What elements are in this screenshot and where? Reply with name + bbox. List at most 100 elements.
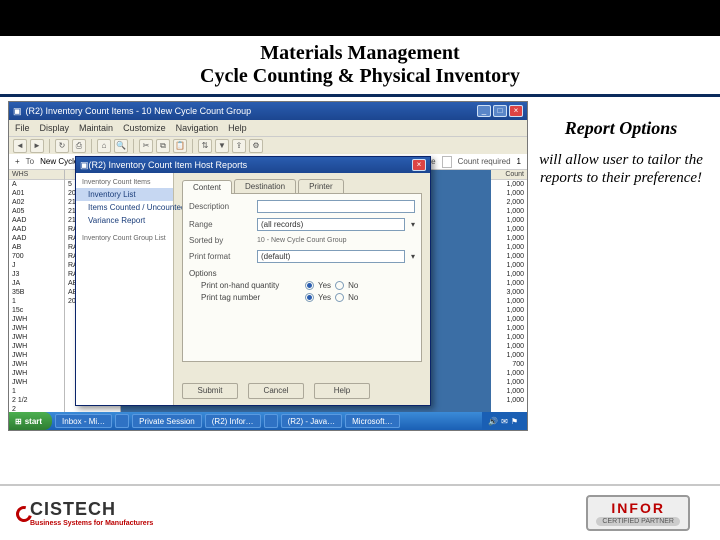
list-row-count[interactable]: 1,000 (491, 243, 527, 252)
list-row-count[interactable]: 1,000 (491, 396, 527, 405)
opt-onhand-no-radio[interactable] (335, 281, 344, 290)
tray-icon[interactable]: 🔊 (488, 417, 498, 426)
list-row-whs[interactable]: 2 (9, 405, 64, 412)
list-row-whs[interactable]: 1 (9, 297, 64, 306)
tool-sort-icon[interactable]: ⇅ (198, 139, 212, 153)
list-row-count[interactable]: 1,000 (491, 189, 527, 198)
opt-tag-yes-radio[interactable] (305, 293, 314, 302)
start-button[interactable]: ⊞ start (9, 412, 52, 430)
tool-nav-fwd-icon[interactable]: ► (30, 139, 44, 153)
subhdr-seq-field[interactable] (442, 156, 452, 168)
tray-icon[interactable]: ⚑ (511, 417, 518, 426)
modal-close-button[interactable]: × (412, 159, 426, 171)
modal-side-item-counted[interactable]: Items Counted / Uncounted (76, 201, 173, 214)
list-row-count[interactable]: 1,000 (491, 234, 527, 243)
cancel-button[interactable]: Cancel (248, 383, 304, 399)
list-row-count[interactable]: 1,000 (491, 252, 527, 261)
list-row-count[interactable]: 3,000 (491, 288, 527, 297)
tool-copy-icon[interactable]: ⧉ (156, 139, 170, 153)
menu-maintain[interactable]: Maintain (79, 123, 113, 133)
printfmt-select[interactable]: (default) (257, 250, 405, 263)
menu-file[interactable]: File (15, 123, 30, 133)
list-row-whs[interactable]: AAD (9, 216, 64, 225)
list-row-whs[interactable]: AAD (9, 234, 64, 243)
minimize-button[interactable]: _ (477, 105, 491, 117)
list-row-whs[interactable]: AB (9, 243, 64, 252)
modal-side-item-inventory-list[interactable]: Inventory List (76, 188, 173, 201)
list-row-whs[interactable]: A02 (9, 198, 64, 207)
close-button[interactable]: × (509, 105, 523, 117)
list-row-count[interactable]: 1,000 (491, 333, 527, 342)
tool-nav-back-icon[interactable]: ◄ (13, 139, 27, 153)
submit-button[interactable]: Submit (182, 383, 238, 399)
list-row-whs[interactable]: J (9, 261, 64, 270)
list-row-count[interactable]: 1,000 (491, 306, 527, 315)
modal-titlebar[interactable]: ▣ (R2) Inventory Count Item Host Reports… (76, 157, 430, 173)
list-row-count[interactable]: 1,000 (491, 369, 527, 378)
list-row-whs[interactable]: JWH (9, 342, 64, 351)
list-row-count[interactable]: 700 (491, 360, 527, 369)
list-row-whs[interactable]: JWH (9, 315, 64, 324)
list-row-count[interactable]: 1,000 (491, 180, 527, 189)
list-row-whs[interactable]: JWH (9, 378, 64, 387)
tool-cut-icon[interactable]: ✂ (139, 139, 153, 153)
tool-print-icon[interactable]: ⎙ (72, 139, 86, 153)
desc-input[interactable] (257, 200, 415, 213)
list-row-count[interactable]: 1,000 (491, 279, 527, 288)
list-row-whs[interactable]: A05 (9, 207, 64, 216)
list-row-count[interactable]: 1,000 (491, 261, 527, 270)
list-row-count[interactable]: 1,000 (491, 387, 527, 396)
tool-refresh-icon[interactable]: ↻ (55, 139, 69, 153)
list-row-count[interactable]: 1,000 (491, 342, 527, 351)
range-picker-icon[interactable]: ▾ (411, 220, 415, 229)
maximize-button[interactable]: □ (493, 105, 507, 117)
list-row-count[interactable]: 1,000 (491, 351, 527, 360)
list-row-whs[interactable]: 700 (9, 252, 64, 261)
list-row-count[interactable]: 2,000 (491, 198, 527, 207)
tool-paste-icon[interactable]: 📋 (173, 139, 187, 153)
tab-content[interactable]: Content (182, 180, 232, 194)
list-row-whs[interactable]: JA (9, 279, 64, 288)
task-item[interactable]: Microsoft… (345, 414, 399, 428)
list-row-count[interactable]: 1,000 (491, 315, 527, 324)
menu-customize[interactable]: Customize (123, 123, 166, 133)
tool-home-icon[interactable]: ⌂ (97, 139, 111, 153)
list-row-count[interactable]: 1,000 (491, 324, 527, 333)
tool-settings-icon[interactable]: ⚙ (249, 139, 263, 153)
list-row-whs[interactable]: 15c (9, 306, 64, 315)
list-row-whs[interactable]: JWH (9, 360, 64, 369)
opt-onhand-yes-radio[interactable] (305, 281, 314, 290)
system-tray[interactable]: 🔊 ✉ ⚑ (482, 412, 527, 430)
printfmt-picker-icon[interactable]: ▾ (411, 252, 415, 261)
tool-export-icon[interactable]: ⇪ (232, 139, 246, 153)
menu-navigation[interactable]: Navigation (176, 123, 219, 133)
list-row-whs[interactable]: A01 (9, 189, 64, 198)
list-row-count[interactable]: 1,000 (491, 270, 527, 279)
modal-side-item-variance[interactable]: Variance Report (76, 214, 173, 227)
app-titlebar[interactable]: ▣ (R2) Inventory Count Items - 10 New Cy… (9, 102, 527, 120)
task-item[interactable] (115, 414, 129, 428)
task-item[interactable]: (R2) - Java… (281, 414, 343, 428)
list-row-whs[interactable]: A (9, 180, 64, 189)
menu-display[interactable]: Display (40, 123, 70, 133)
list-row-whs[interactable]: JWH (9, 333, 64, 342)
list-row-whs[interactable]: 35B (9, 288, 64, 297)
list-row-whs[interactable]: AAD (9, 225, 64, 234)
list-row-count[interactable]: 1,000 (491, 297, 527, 306)
list-row-count[interactable]: 1,000 (491, 225, 527, 234)
help-button[interactable]: Help (314, 383, 370, 399)
tab-printer[interactable]: Printer (298, 179, 344, 193)
list-row-whs[interactable]: 1 (9, 387, 64, 396)
list-row-count[interactable]: 1,000 (491, 207, 527, 216)
list-row-whs[interactable]: JWH (9, 369, 64, 378)
tool-search-icon[interactable]: 🔍 (114, 139, 128, 153)
task-item[interactable]: Private Session (132, 414, 202, 428)
list-header-count[interactable]: Count (491, 170, 527, 180)
menu-help[interactable]: Help (228, 123, 247, 133)
list-row-count[interactable]: 1,000 (491, 216, 527, 225)
tree-icon[interactable]: + (15, 157, 20, 166)
tray-icon[interactable]: ✉ (501, 417, 508, 426)
task-item[interactable] (264, 414, 278, 428)
tool-filter-icon[interactable]: ▼ (215, 139, 229, 153)
list-row-count[interactable]: 1,000 (491, 378, 527, 387)
